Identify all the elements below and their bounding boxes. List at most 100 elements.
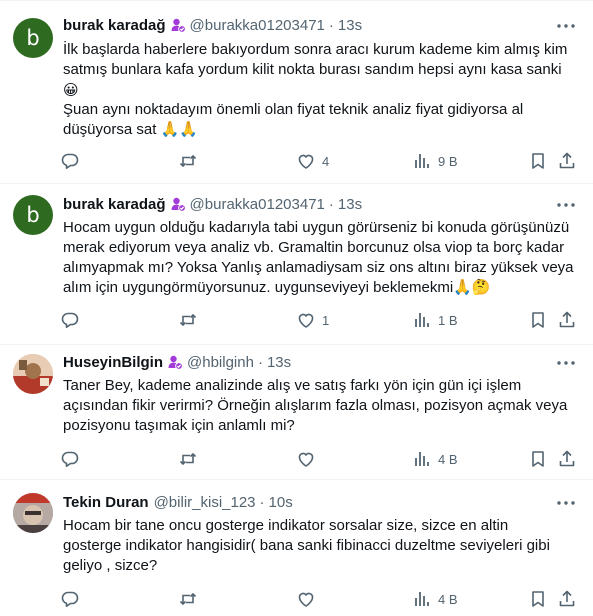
bookmark-button[interactable]	[528, 310, 548, 330]
bookmark-button[interactable]	[528, 589, 548, 609]
tweet-line: alım için uygungörmüyorsunuz. uygunseviy…	[63, 279, 491, 296]
share-button[interactable]	[557, 151, 577, 171]
views-icon	[415, 452, 429, 466]
retweet-icon	[179, 313, 197, 327]
share-icon	[559, 590, 575, 607]
timestamp[interactable]: 13s	[338, 196, 362, 213]
retweet-button[interactable]	[178, 310, 204, 330]
like-icon	[298, 452, 314, 467]
reply-button[interactable]	[60, 449, 86, 469]
tweet-line: açısından fikir verirmi? Örneğin alışlar…	[63, 397, 568, 414]
timestamp[interactable]: 13s	[338, 17, 362, 34]
separator-dot: ·	[259, 493, 265, 511]
tweet[interactable]: Tekin Duran @bilir_kisi_123 · 10s Hocam …	[0, 480, 593, 616]
avatar[interactable]: b	[13, 18, 53, 58]
like-button[interactable]: 1	[296, 310, 329, 330]
like-button[interactable]	[296, 449, 322, 469]
author-name[interactable]: burak karadağ	[63, 17, 166, 34]
more-icon[interactable]	[553, 195, 579, 215]
author-name[interactable]: Tekin Duran	[63, 494, 149, 511]
reply-button[interactable]	[60, 151, 86, 171]
share-button[interactable]	[557, 310, 577, 330]
bookmark-button[interactable]	[528, 449, 548, 469]
tweet-line: Hocam uygun olduğu kadarıyla tabi uygun …	[63, 219, 570, 236]
avatar[interactable]: b	[13, 195, 53, 235]
tweet-line: geliyo , sizce?	[63, 557, 158, 574]
author-handle[interactable]: @bilir_kisi_123	[154, 494, 256, 511]
tweet[interactable]: HuseyinBilgin @hbilginh · 13s Taner Bey,…	[0, 345, 593, 480]
retweet-icon	[179, 592, 197, 606]
author-handle[interactable]: @burakka01203471	[190, 196, 325, 213]
reply-icon	[61, 153, 79, 169]
tweet-text: İlk başlarda haberlere bakıyordum sonra …	[63, 40, 568, 140]
retweet-icon	[179, 452, 197, 466]
author-handle[interactable]: @hbilginh	[187, 354, 254, 371]
reply-icon	[61, 451, 79, 467]
tweet-header: HuseyinBilgin @hbilginh · 13s	[63, 352, 291, 372]
share-button[interactable]	[557, 589, 577, 609]
author-handle[interactable]: @burakka01203471	[190, 17, 325, 34]
share-icon	[559, 311, 575, 328]
bookmark-icon	[532, 153, 544, 169]
author-name[interactable]: HuseyinBilgin	[63, 354, 163, 371]
timestamp[interactable]: 13s	[267, 354, 291, 371]
share-icon	[559, 152, 575, 169]
tweet-header: burak karadağ @burakka01203471 · 13s	[63, 15, 362, 35]
views-button[interactable]: 1 B	[412, 310, 458, 330]
like-count: 4	[322, 153, 330, 169]
like-button[interactable]: 4	[296, 151, 329, 171]
bookmark-button[interactable]	[528, 151, 548, 171]
tweet-line: pozisyonu taşımak için anlamlı mi?	[63, 417, 295, 434]
more-icon[interactable]	[553, 353, 579, 373]
views-button[interactable]: 9 B	[412, 151, 458, 171]
share-button[interactable]	[557, 449, 577, 469]
views-button[interactable]: 4 B	[412, 589, 458, 609]
views-button[interactable]: 4 B	[412, 449, 458, 469]
separator-dot: ·	[257, 353, 263, 371]
reply-button[interactable]	[60, 310, 86, 330]
tweet-line: Hocam bir tane oncu gosterge indikator s…	[63, 517, 509, 534]
tweet-line: düşüyorsa sat 🙏🙏	[63, 121, 198, 138]
share-icon	[559, 450, 575, 467]
bookmark-icon	[532, 591, 544, 607]
more-icon[interactable]	[553, 16, 579, 36]
tweet-text: Hocam bir tane oncu gosterge indikator s…	[63, 516, 563, 576]
tweet-header: burak karadağ @burakka01203471 · 13s	[63, 194, 362, 214]
tweet-header: Tekin Duran @bilir_kisi_123 · 10s	[63, 492, 293, 512]
views-icon	[415, 154, 429, 168]
bookmark-icon	[532, 312, 544, 328]
more-icon[interactable]	[553, 493, 579, 513]
action-bar: 4 9 B	[60, 151, 590, 171]
views-count: 9 B	[438, 153, 458, 169]
like-icon	[298, 592, 314, 607]
tweet[interactable]: b burak karadağ @burakka01203471 · 13s İ…	[0, 0, 593, 184]
tweet-line: İlk başlarda haberlere bakıyordum sonra …	[63, 41, 568, 58]
tweet-line: satmış bunlara kafa yordum kilit nokta b…	[63, 61, 562, 78]
views-count: 4 B	[438, 591, 458, 607]
separator-dot: ·	[328, 16, 334, 34]
timestamp[interactable]: 10s	[269, 494, 293, 511]
views-count: 4 B	[438, 451, 458, 467]
reply-button[interactable]	[60, 589, 86, 609]
retweet-button[interactable]	[178, 151, 204, 171]
views-count: 1 B	[438, 312, 458, 328]
action-bar: 4 B	[60, 589, 590, 609]
like-button[interactable]	[296, 589, 322, 609]
bookmark-icon	[532, 451, 544, 467]
tweet[interactable]: b burak karadağ @burakka01203471 · 13s H…	[0, 184, 593, 345]
verified-badge-icon	[167, 354, 183, 370]
action-bar: 4 B	[60, 449, 590, 469]
views-icon	[415, 313, 429, 327]
tweet-line: Taner Bey, kademe analizinde alış ve sat…	[63, 377, 522, 394]
reply-icon	[61, 591, 79, 607]
avatar[interactable]	[13, 354, 53, 394]
author-name[interactable]: burak karadağ	[63, 196, 166, 213]
retweet-button[interactable]	[178, 589, 204, 609]
avatar[interactable]	[13, 493, 53, 533]
reply-icon	[61, 312, 79, 328]
retweet-button[interactable]	[178, 449, 204, 469]
tweet-text: Hocam uygun olduğu kadarıyla tabi uygun …	[63, 218, 574, 298]
retweet-icon	[179, 154, 197, 168]
views-icon	[415, 592, 429, 606]
like-count: 1	[322, 312, 330, 328]
